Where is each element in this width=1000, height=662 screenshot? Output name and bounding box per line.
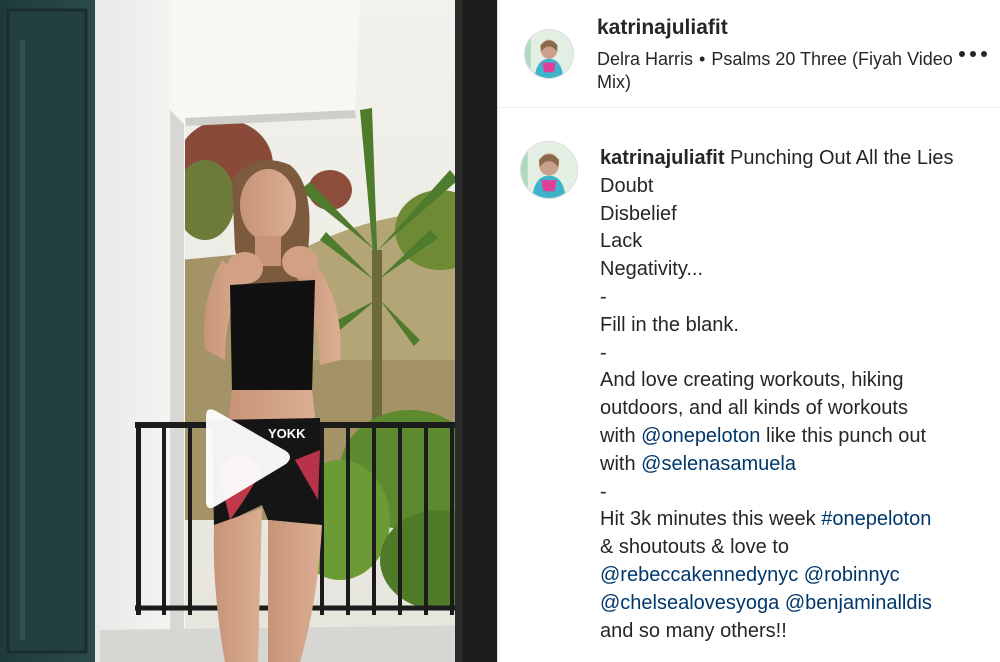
caption-text-fragment: like this punch out <box>766 424 927 447</box>
caption-text: katrinajuliafit Punching Out All the Lie… <box>600 145 992 645</box>
mention-link[interactable]: @robinnyc <box>804 564 900 586</box>
caption-line: Negativity... <box>600 258 703 281</box>
audio-separator: • <box>699 49 706 69</box>
caption-line: with @selenasamuela <box>600 451 992 479</box>
caption-line: @chelsealovesyoga @benjaminalldis <box>600 590 992 618</box>
mention-link[interactable]: @rebeccakennedynyc <box>600 564 798 586</box>
caption-line: Fill in the blank. <box>600 313 739 336</box>
post-panel: katrinajuliafit Delra Harris • Psalms 20 T… <box>498 0 1000 662</box>
audio-info[interactable]: Delra Harris • Psalms 20 Three (Fiyah Vide… <box>597 48 982 94</box>
caption-line: and so many others!! <box>600 619 787 642</box>
video-player[interactable]: YOKK <box>0 0 497 662</box>
more-horizontal-icon <box>959 51 987 57</box>
post-username[interactable]: katrinajuliafit <box>597 16 728 40</box>
caption-line: Doubt <box>600 174 654 197</box>
post-header: katrinajuliafit Delra Harris • Psalms 20 T… <box>498 0 1000 108</box>
caption-line: - <box>600 285 607 308</box>
caption-line: Lack <box>600 230 643 253</box>
caption-line: @rebeccakennedynyc @robinnyc <box>600 562 992 590</box>
caption-line: Punching Out All the Lies <box>730 147 954 169</box>
mention-link[interactable]: @selenasamuela <box>641 453 796 475</box>
hashtag-link[interactable]: #onepeloton <box>821 508 931 530</box>
mention-link[interactable]: @onepeloton <box>641 425 760 447</box>
caption-line: with @onepeloton like this punch out <box>600 423 992 451</box>
more-options-button[interactable] <box>958 44 990 64</box>
caption-avatar[interactable] <box>520 141 578 199</box>
caption-text-fragment: with <box>600 424 636 447</box>
caption-line: And love creating workouts, hiking outdo… <box>600 369 910 420</box>
video-frame: YOKK <box>0 0 497 662</box>
play-button[interactable] <box>192 406 294 512</box>
caption-text-fragment: Hit 3k minutes this week <box>600 508 816 531</box>
caption-username[interactable]: katrinajuliafit <box>600 147 724 169</box>
caption-line: Disbelief <box>600 202 677 225</box>
caption-line: Hit 3k minutes this week #onepeloton <box>600 506 992 534</box>
caption-line: & shoutouts & love to <box>600 536 790 559</box>
caption-first-line: katrinajuliafit Punching Out All the Lie… <box>600 145 992 173</box>
caption-text-fragment: with <box>600 452 636 475</box>
avatar[interactable] <box>524 29 574 79</box>
caption-section: katrinajuliafit Punching Out All the Lie… <box>498 109 1000 662</box>
play-icon <box>206 409 290 509</box>
mention-link[interactable]: @benjaminalldis <box>785 592 932 614</box>
caption-line: - <box>600 480 607 503</box>
audio-artist[interactable]: Delra Harris <box>597 49 693 69</box>
caption-line: - <box>600 341 607 364</box>
mention-link[interactable]: @chelsealovesyoga <box>600 592 779 614</box>
